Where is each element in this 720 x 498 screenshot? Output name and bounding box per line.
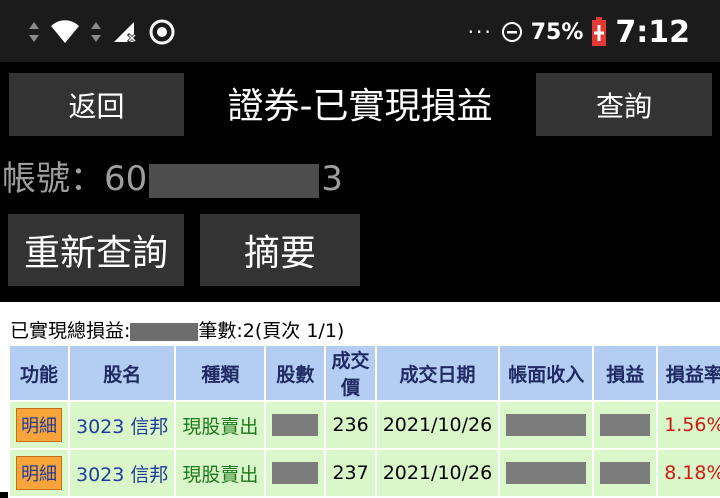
status-left-icons [28, 16, 176, 48]
detail-button[interactable]: 明細 [16, 456, 62, 490]
column-header: 種類 [174, 344, 267, 402]
trade-date: 2021/10/26 [374, 448, 501, 498]
summary-button[interactable]: 摘要 [200, 214, 360, 286]
column-header: 股名 [67, 344, 177, 402]
status-bar: ··· 75% 7:12 [0, 0, 720, 62]
back-button[interactable]: 返回 [9, 73, 184, 136]
trade-type: 現股賣出 [174, 400, 267, 450]
account-number: 帳號：60 3 [2, 154, 343, 204]
refresh-query-button[interactable]: 重新查詢 [8, 214, 184, 286]
totals-line: 已實現總損益: 筆數:2(頁次 1/1) [10, 316, 344, 343]
sync-icon [149, 19, 175, 45]
realized-pnl-table: 功能 股名 種類 股數 成交價 成交日期 帳面收入 損益 損益率 明細 3023… [8, 344, 720, 498]
trade-type: 現股賣出 [174, 448, 267, 498]
account-label: 帳號： [2, 159, 104, 199]
shares-redaction [272, 462, 319, 485]
column-header: 損益 [592, 344, 659, 402]
pnl-redaction [600, 462, 651, 485]
notification-dots: ··· [467, 20, 493, 44]
clock: 7:12 [615, 14, 690, 50]
battery-percent: 75% [530, 19, 584, 45]
trade-price: 236 [324, 400, 377, 450]
trade-date: 2021/10/26 [374, 400, 501, 450]
book-income-redaction [506, 462, 587, 485]
column-header: 股數 [264, 344, 327, 402]
status-right: ··· 75% 7:12 [468, 14, 690, 50]
column-header: 帳面收入 [498, 344, 595, 402]
account-redaction [149, 163, 320, 198]
account-prefix: 60 [104, 159, 148, 199]
detail-button[interactable]: 明細 [16, 408, 62, 442]
table-row: 明細 3023 信邦 現股賣出 237 2021/10/26 8.18% [8, 448, 720, 498]
data-arrows-icon [29, 22, 39, 42]
pnl-rate: 8.18% [656, 448, 720, 498]
book-income-redaction [506, 414, 587, 437]
data-arrows-icon [91, 22, 101, 42]
column-header: 功能 [8, 344, 70, 402]
shares-redaction [272, 414, 319, 437]
stock-name-link[interactable]: 3023 信邦 [76, 464, 168, 486]
column-header: 損益率 [656, 344, 720, 402]
total-pnl-label: 已實現總損益: [10, 320, 131, 342]
stock-name-link[interactable]: 3023 信邦 [76, 416, 168, 438]
record-count: 筆數:2(頁次 1/1) [198, 320, 345, 342]
app-header: 返回 證券-已實現損益 查詢 帳號：60 3 重新查詢 摘要 [0, 62, 720, 302]
trade-price: 237 [324, 448, 377, 498]
battery-charging-icon [592, 17, 607, 46]
table-row: 明細 3023 信邦 現股賣出 236 2021/10/26 1.56% [8, 400, 720, 450]
query-button[interactable]: 查詢 [536, 73, 712, 136]
signal-icon [114, 22, 138, 44]
total-pnl-redaction [130, 322, 199, 341]
wifi-icon [51, 20, 79, 43]
pnl-rate: 1.56% [656, 400, 720, 450]
account-suffix: 3 [321, 159, 343, 199]
column-header: 成交日期 [374, 344, 501, 402]
results-panel: 已實現總損益: 筆數:2(頁次 1/1) 功能 股名 種類 股數 成交價 成交日期… [0, 302, 720, 498]
pnl-redaction [600, 414, 651, 437]
column-header: 成交價 [324, 344, 377, 402]
page-title: 證券-已實現損益 [227, 86, 493, 127]
dnd-icon [501, 22, 522, 42]
table-header-row: 功能 股名 種類 股數 成交價 成交日期 帳面收入 損益 損益率 [8, 344, 720, 402]
